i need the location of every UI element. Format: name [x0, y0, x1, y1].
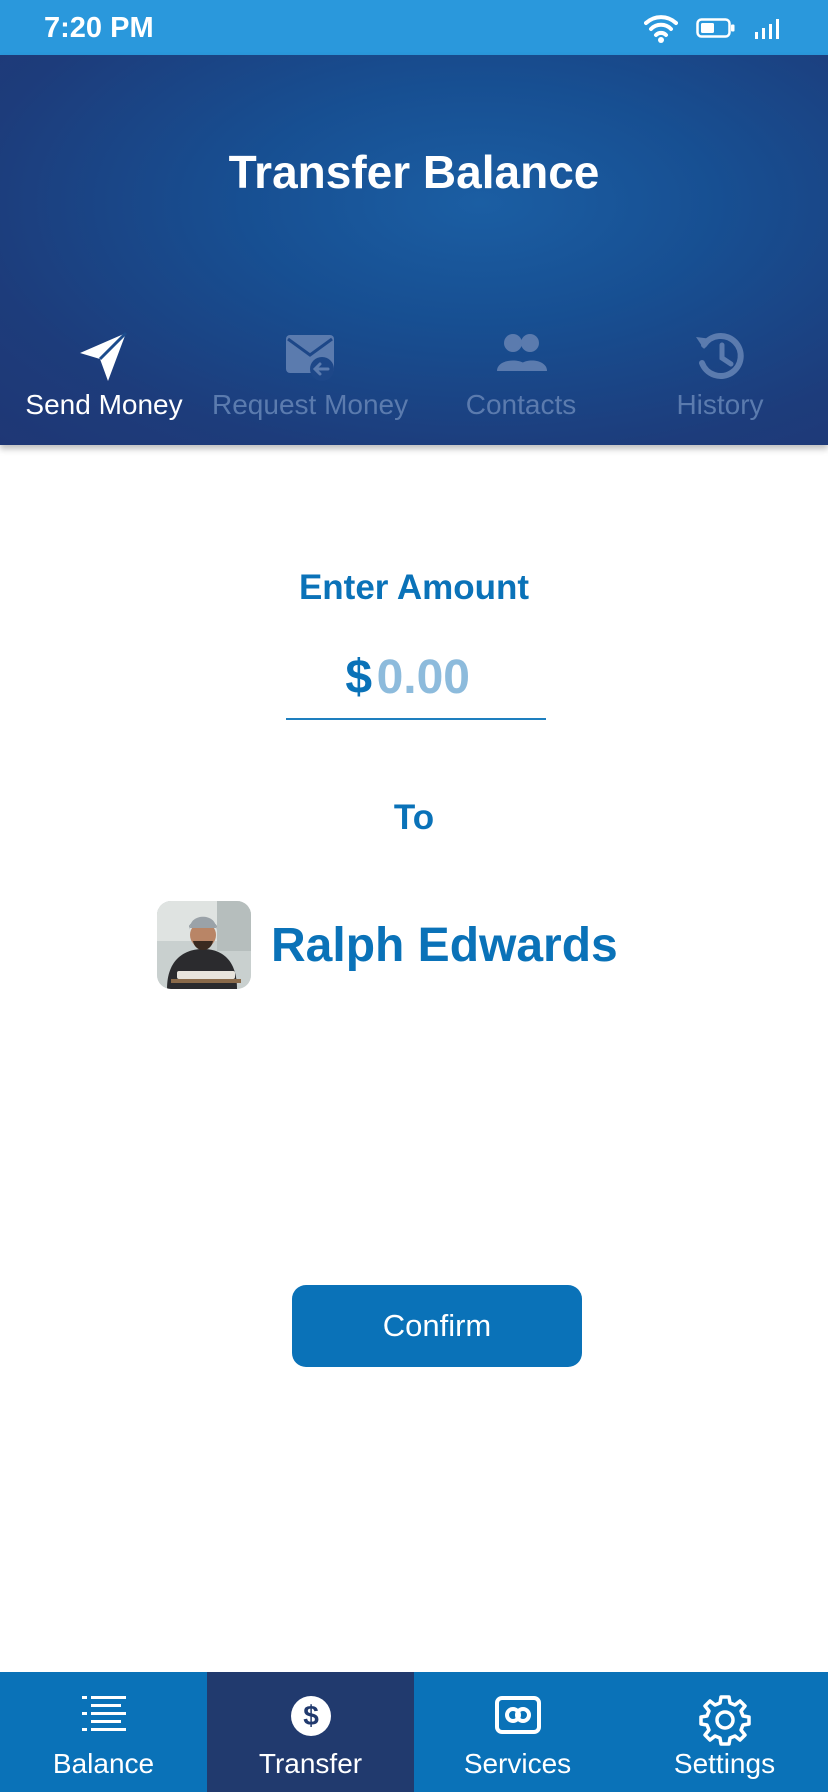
dollar-icon: $	[207, 1694, 414, 1742]
status-bar: 7:20 PM	[0, 0, 828, 55]
tab-request-money[interactable]: Request Money	[212, 327, 408, 437]
nav-label: Settings	[673, 1748, 776, 1779]
nav-item-services[interactable]: Services	[414, 1672, 621, 1792]
status-icons	[644, 12, 784, 44]
header: Transfer Balance Send Money Request Mone…	[0, 55, 828, 445]
nav-label: Balance	[52, 1748, 155, 1779]
avatar	[157, 901, 251, 989]
wifi-icon	[644, 13, 678, 43]
tab-label: Send Money	[25, 389, 183, 420]
services-icon	[414, 1694, 621, 1742]
to-label: To	[393, 798, 435, 837]
confirm-button[interactable]: Confirm	[292, 1285, 582, 1367]
amount-field[interactable]: $	[286, 650, 546, 720]
mail-request-icon	[212, 327, 408, 385]
send-icon	[14, 327, 194, 385]
list-icon	[0, 1694, 207, 1742]
signal-icon	[754, 16, 784, 40]
tab-contacts[interactable]: Contacts	[440, 327, 602, 437]
nav-label: Services	[463, 1748, 572, 1779]
tab-label: History	[676, 389, 764, 420]
tab-history[interactable]: History	[648, 327, 792, 437]
recipient[interactable]: Ralph Edwards	[157, 900, 618, 990]
page-title: Transfer Balance	[228, 146, 600, 198]
status-time: 7:20 PM	[44, 12, 154, 44]
contacts-icon	[440, 327, 602, 385]
nav-item-transfer[interactable]: $ Transfer	[207, 1672, 414, 1792]
tab-label: Contacts	[465, 389, 577, 420]
enter-amount-label: Enter Amount	[298, 568, 530, 607]
bottom-nav: Balance $ Transfer Services Settings	[0, 1672, 828, 1792]
recipient-name: Ralph Edwards	[271, 918, 618, 972]
tab-bar: Send Money Request Money Contacts Histor…	[0, 327, 828, 437]
tab-label: Request Money	[212, 389, 409, 420]
amount-input[interactable]	[376, 650, 487, 705]
history-icon	[648, 327, 792, 385]
nav-label: Transfer	[258, 1748, 363, 1779]
svg-text:$: $	[303, 1700, 319, 1731]
battery-icon	[696, 17, 736, 39]
tab-send-money[interactable]: Send Money	[14, 327, 194, 437]
nav-item-balance[interactable]: Balance	[0, 1672, 207, 1792]
nav-item-settings[interactable]: Settings	[621, 1672, 828, 1792]
gear-icon	[621, 1694, 828, 1746]
currency-symbol: $	[345, 651, 373, 704]
